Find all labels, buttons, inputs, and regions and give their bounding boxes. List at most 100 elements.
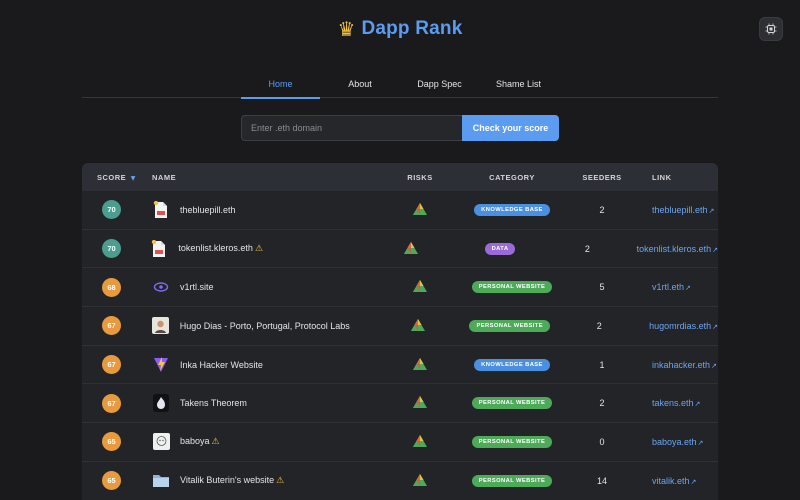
score-badge: 70 <box>102 200 121 220</box>
warning-icon: ⚠ <box>254 244 264 255</box>
dapp-link[interactable]: hugomrdias.eth↗ <box>649 321 718 331</box>
table-row[interactable]: 65 baboya ⚠ PERSONAL WEBSITE 0 baboya.eth↗ <box>82 423 718 462</box>
folder-icon <box>152 472 170 490</box>
dapp-name: Takens Theorem <box>180 398 247 409</box>
sort-desc-icon: ▼ <box>130 174 136 182</box>
dapp-name: Vitalik Buterin's website ⚠ <box>180 475 285 487</box>
dapp-link[interactable]: baboya.eth↗ <box>652 437 703 447</box>
risk-triangle-icon <box>413 434 427 449</box>
risks-column-header: RISKS <box>407 172 433 182</box>
category-badge: PERSONAL WEBSITE <box>471 397 553 410</box>
category-badge: PERSONAL WEBSITE <box>469 319 550 332</box>
warning-icon: ⚠ <box>211 437 220 448</box>
risk-indicator[interactable] <box>390 473 450 488</box>
category-badge: DATA <box>484 242 516 255</box>
link-column-header: LINK <box>652 172 672 182</box>
search-bar: Check your score <box>241 115 559 141</box>
score-column-header[interactable]: SCORE ▼ <box>82 173 152 182</box>
dapp-link[interactable]: inkahacker.eth↗ <box>652 360 717 370</box>
risk-indicator[interactable] <box>390 357 450 372</box>
dapp-link[interactable]: takens.eth↗ <box>652 398 700 408</box>
dapp-link[interactable]: tokenlist.kleros.eth↗ <box>637 244 718 254</box>
dapp-name: thebluepill.eth <box>180 204 236 215</box>
sketch-avatar-icon <box>152 433 170 451</box>
seeders-count: 1 <box>599 359 605 370</box>
external-link-icon: ↗ <box>697 438 704 447</box>
category-badge: KNOWLEDGE BASE <box>474 203 550 216</box>
vite-logo-icon <box>152 356 170 374</box>
eye-logo-icon <box>152 278 170 296</box>
risk-indicator[interactable] <box>390 434 450 449</box>
crown-icon: ♛ <box>337 17 356 41</box>
domain-search-input[interactable] <box>241 115 462 141</box>
dapp-name: baboya ⚠ <box>180 436 220 448</box>
seeders-count: 2 <box>584 243 590 254</box>
document-icon <box>152 200 170 219</box>
settings-button[interactable] <box>759 17 783 41</box>
table-body: 70 thebluepill.eth KNOWLEDGE BASE 2 thebluep… <box>82 191 718 500</box>
risk-triangle-icon <box>413 357 427 372</box>
risk-triangle-icon <box>403 241 418 256</box>
app-header: ♛ Dapp Rank <box>0 14 800 44</box>
risk-indicator[interactable] <box>390 202 450 217</box>
score-badge: 68 <box>102 277 121 297</box>
risk-triangle-icon <box>411 318 426 333</box>
tab-shame-list[interactable]: Shame List <box>479 72 558 98</box>
risk-triangle-icon <box>413 280 427 294</box>
category-badge: PERSONAL WEBSITE <box>471 281 553 294</box>
seeders-column-header: SEEDERS <box>582 172 622 182</box>
table-header: SCORE ▼ NAME RISKS CATEGORY SEEDERS LINK <box>82 163 718 191</box>
tab-home[interactable]: Home <box>241 72 320 99</box>
chip-gear-icon <box>765 23 777 35</box>
name-column-header: NAME <box>152 172 177 182</box>
table-row[interactable]: 67 Inka Hacker Website KNOWLEDGE BASE 1 inka… <box>82 346 718 385</box>
score-badge: 70 <box>102 239 121 259</box>
main-nav: Home About Dapp Spec Shame List <box>82 72 718 99</box>
external-link-icon: ↗ <box>712 245 718 254</box>
dapp-name: Inka Hacker Website <box>180 359 263 370</box>
external-link-icon: ↗ <box>711 361 717 370</box>
seeders-count: 2 <box>599 398 605 409</box>
table-row[interactable]: 70 tokenlist.kleros.eth ⚠ DATA 2 tokenlist.kl… <box>82 230 718 269</box>
seeders-count: 5 <box>599 282 605 293</box>
table-row[interactable]: 67 Hugo Dias - Porto, Portugal, Protocol … <box>82 307 718 346</box>
risk-triangle-icon <box>413 202 427 217</box>
risk-triangle-icon <box>413 396 427 410</box>
dapp-name: v1rtl.site <box>180 282 214 293</box>
tab-dapp-spec[interactable]: Dapp Spec <box>400 72 479 98</box>
dapp-name: tokenlist.kleros.eth ⚠ <box>178 243 264 255</box>
dapp-link[interactable]: thebluepill.eth↗ <box>652 205 714 215</box>
dapp-link[interactable]: v1rtl.eth↗ <box>652 282 691 292</box>
risk-indicator[interactable] <box>382 241 440 256</box>
category-badge: KNOWLEDGE BASE <box>474 358 550 371</box>
document-icon <box>150 239 168 258</box>
rank-table: SCORE ▼ NAME RISKS CATEGORY SEEDERS LINK… <box>82 163 718 500</box>
risk-indicator[interactable] <box>390 396 450 410</box>
table-row[interactable]: 67 Takens Theorem PERSONAL WEBSITE 2 takens.… <box>82 384 718 424</box>
external-link-icon: ↗ <box>708 206 715 215</box>
risk-indicator[interactable] <box>388 318 448 333</box>
category-badge: PERSONAL WEBSITE <box>471 435 553 448</box>
category-column-header: CATEGORY <box>489 172 535 182</box>
risk-indicator[interactable] <box>390 280 450 294</box>
avatar-icon <box>152 317 170 335</box>
risk-triangle-icon <box>413 473 427 488</box>
flame-logo-icon <box>152 394 170 413</box>
table-row[interactable]: 65 Vitalik Buterin's website ⚠ PERSONAL WEB… <box>82 462 718 500</box>
table-row[interactable]: 68 v1rtl.site PERSONAL WEBSITE 5 v1rtl.eth↗ <box>82 268 718 308</box>
tab-about[interactable]: About <box>320 72 400 98</box>
table-row[interactable]: 70 thebluepill.eth KNOWLEDGE BASE 2 thebluep… <box>82 191 718 230</box>
seeders-count: 2 <box>599 204 605 215</box>
score-badge: 67 <box>102 316 121 336</box>
seeders-count: 14 <box>596 475 607 486</box>
warning-icon: ⚠ <box>276 476 285 487</box>
check-score-button[interactable]: Check your score <box>462 115 559 141</box>
dapp-name: Hugo Dias - Porto, Portugal, Protocol La… <box>179 320 350 331</box>
score-badge: 65 <box>102 471 121 491</box>
external-link-icon: ↗ <box>685 284 691 293</box>
app-title[interactable]: Dapp Rank <box>361 18 462 40</box>
dapp-link[interactable]: vitalik.eth↗ <box>652 476 696 486</box>
score-badge: 67 <box>102 355 121 375</box>
external-link-icon: ↗ <box>694 400 701 409</box>
external-link-icon: ↗ <box>712 322 718 331</box>
